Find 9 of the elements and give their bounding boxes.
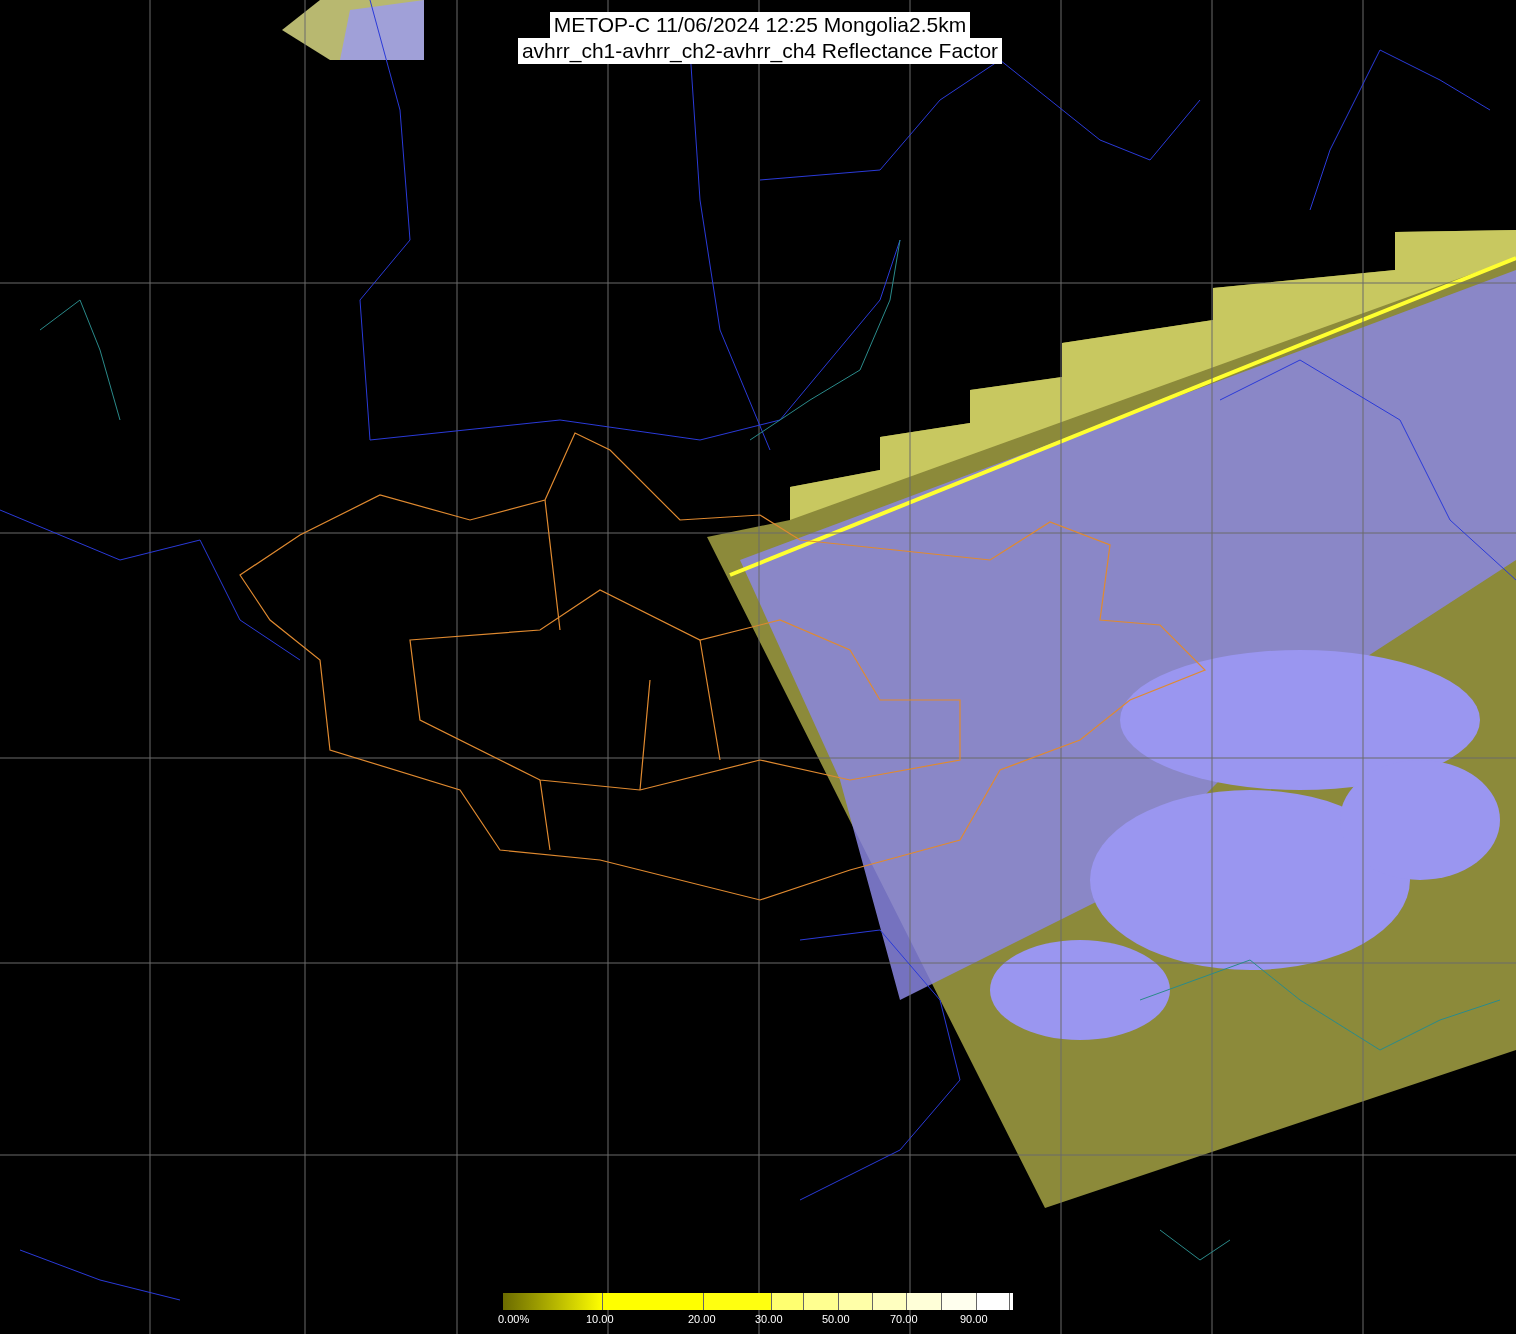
scale-label: 0.00% (498, 1312, 530, 1326)
scale-label: 30.00 (755, 1312, 783, 1326)
scale-label: 20.00 (688, 1312, 716, 1326)
scale-label: 70.00 (890, 1312, 918, 1326)
map-title: avhrr_ch1-avhrr_ch2-avhrr_ch4 Reflectance Factor (517, 38, 1003, 64)
scale-label: 50.00 (822, 1312, 850, 1326)
map-title: METOP-C 11/06/2024 12:25 Mongolia2.5km (549, 12, 971, 38)
scale-label: 90.00 (960, 1312, 988, 1326)
scale-label: 10.00 (586, 1312, 614, 1326)
